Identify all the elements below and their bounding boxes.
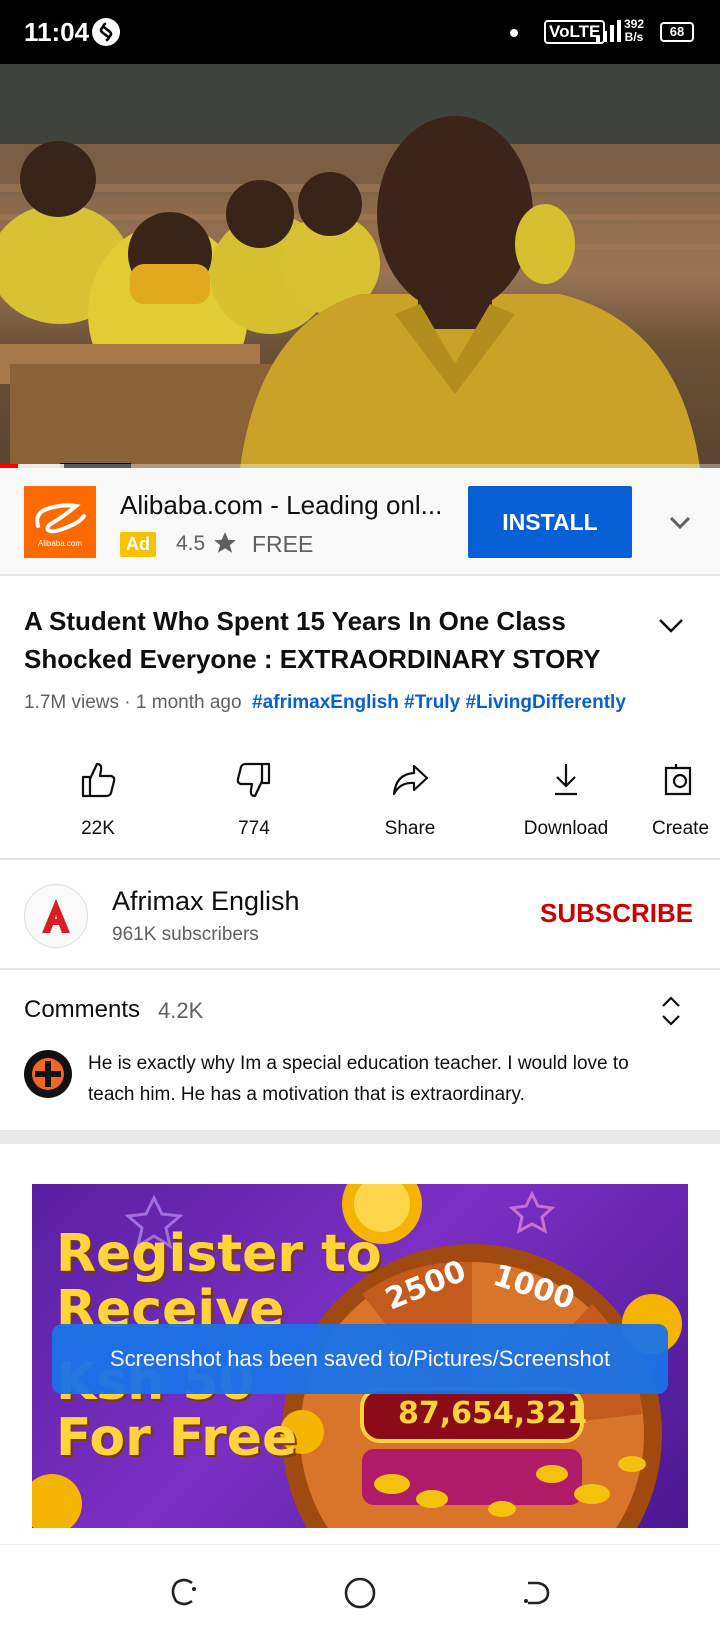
dislike-button[interactable]: 774	[176, 748, 332, 858]
views-and-date: 1.7M views · 1 month ago	[24, 692, 242, 713]
svg-text:Alibaba.com: Alibaba.com	[38, 539, 82, 548]
commenter-avatar[interactable]	[24, 1050, 72, 1098]
thumb-up-icon	[81, 762, 116, 798]
download-icon	[555, 764, 577, 796]
share-icon	[392, 764, 429, 796]
star-icon	[214, 532, 236, 553]
promo-headline-line: For Free	[56, 1408, 298, 1468]
ad-title[interactable]: Alibaba.com - Leading onl...	[120, 490, 456, 521]
recents-icon[interactable]	[162, 1571, 206, 1615]
ad-banner[interactable]: Alibaba.com Alibaba.com - Leading onl...…	[0, 468, 720, 576]
video-title[interactable]: A Student Who Spent 15 Years In One Clas…	[24, 602, 654, 678]
battery-icon: 68	[660, 22, 694, 42]
notification-dot-icon	[510, 29, 518, 37]
hashtag[interactable]: #LivingDifferently	[465, 692, 625, 713]
divider	[0, 968, 720, 970]
channel-name[interactable]: Afrimax English	[112, 886, 300, 917]
wheel-counter: 87,654,321	[398, 1396, 588, 1431]
dislike-count: 774	[238, 818, 270, 839]
top-comment[interactable]: He is exactly why Im a special education…	[88, 1048, 678, 1110]
hashtag[interactable]: #afrimaxEnglish	[252, 692, 399, 713]
promo-headline-line: Register to	[56, 1224, 382, 1284]
create-icon	[664, 764, 692, 796]
network-speed: 392 B/s	[624, 17, 645, 44]
thumb-down-icon	[236, 762, 271, 798]
create-button[interactable]: Create	[644, 748, 720, 858]
home-icon[interactable]	[338, 1571, 382, 1615]
share-button[interactable]: Share	[332, 748, 488, 858]
subscribe-button[interactable]: SUBSCRIBE	[540, 898, 693, 929]
expand-description-icon[interactable]	[656, 610, 686, 640]
channel-avatar[interactable]	[24, 884, 88, 948]
back-icon[interactable]	[514, 1571, 558, 1615]
hashtag[interactable]: #Truly	[404, 692, 460, 713]
chevron-down-icon[interactable]	[666, 508, 694, 536]
status-bar: 11:04 VoLTE 392 B/s 68	[0, 0, 720, 64]
ad-badge: Ad	[120, 532, 156, 557]
video-player[interactable]: okay	[0, 64, 720, 468]
channel-subscribers: 961K subscribers	[112, 924, 259, 945]
section-divider	[0, 1130, 720, 1144]
expand-comments-icon[interactable]	[656, 994, 686, 1028]
screenshot-toast: Screenshot has been saved to/Pictures/Sc…	[52, 1324, 668, 1394]
divider	[0, 858, 720, 860]
download-label: Download	[523, 818, 609, 839]
video-frame	[0, 64, 720, 468]
install-button[interactable]: INSTALL	[468, 486, 632, 558]
action-bar: 22K 774 Share Download Create	[0, 748, 720, 858]
like-count: 22K	[81, 818, 115, 839]
signal-icon	[596, 20, 621, 42]
comments-label[interactable]: Comments	[24, 996, 140, 1024]
video-meta: 1.7M views · 1 month ago #afrimaxEnglish…	[24, 692, 626, 714]
like-button[interactable]: 22K	[20, 748, 176, 858]
create-label: Create	[652, 818, 710, 839]
status-time: 11:04	[24, 17, 90, 47]
ad-rating: 4.5	[176, 532, 206, 555]
share-label: Share	[384, 818, 436, 839]
system-nav-bar	[0, 1544, 720, 1640]
shazam-icon	[92, 18, 120, 46]
alibaba-logo: Alibaba.com	[24, 486, 96, 558]
comments-count: 4.2K	[158, 998, 204, 1023]
ad-price: FREE	[252, 531, 314, 557]
download-button[interactable]: Download	[488, 748, 644, 858]
